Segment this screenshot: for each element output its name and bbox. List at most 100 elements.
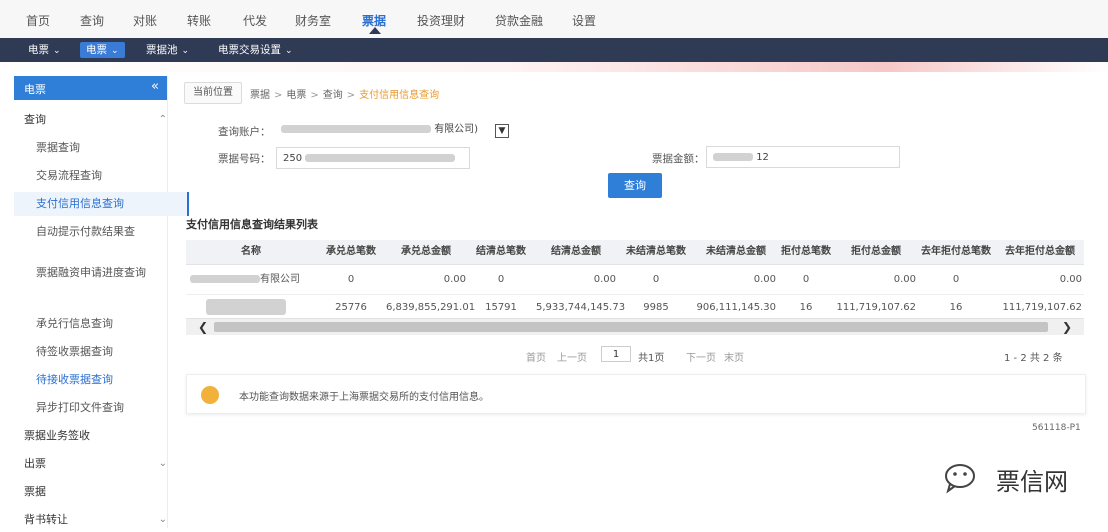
account-label: 查询账户： [218, 126, 271, 138]
table-cell: 有限公司 [190, 266, 316, 294]
nav-query[interactable]: 查询 [80, 12, 104, 29]
sidebar-item-label: 出票 [24, 457, 46, 470]
chevron-down-icon: ⌄ [181, 46, 190, 56]
subnav-item-3[interactable]: 票据池 ⌄ [140, 42, 195, 58]
sub-navigation: 电票 ⌄ 电票 ⌄ 票据池 ⌄ 电票交易设置 ⌄ [0, 38, 1108, 62]
accent-bar [0, 62, 1108, 72]
table-cell: 0 [802, 274, 810, 285]
redacted-mask [305, 154, 456, 162]
sidebar-item-pending-sign[interactable]: 待签收票据查询 [14, 340, 189, 364]
sidebar: 电票 « 查询 ⌃ 票据查询 交易流程查询 支付信用信息查询 自动提示付款结果查 … [14, 76, 189, 528]
sidebar-item-label: 票据融资申请进度查询 [36, 266, 146, 279]
sidebar-item-credit-info-query[interactable]: 支付信用信息查询 [14, 192, 189, 216]
nav-settings[interactable]: 设置 [572, 12, 596, 29]
sidebar-group-issue[interactable]: 出票 ⌄ [14, 452, 177, 476]
table-cell: 0.00 [753, 274, 776, 285]
table-cell: 0 [952, 274, 960, 285]
sidebar-item-label: 票据 [24, 485, 46, 498]
breadcrumb-tab[interactable]: 当前位置 [184, 82, 242, 104]
sidebar-item-label: 异步打印文件查询 [36, 401, 124, 414]
scroll-right-icon[interactable]: ❯ [1062, 319, 1072, 335]
breadcrumb: 票据 > 电票 > 查询 > 支付信用信息查询 [250, 86, 439, 101]
chevron-down-icon: ⌄ [111, 46, 119, 56]
sidebar-group-endorse[interactable]: 背书转让 ⌄ [14, 508, 177, 532]
column-header: 去年拒付总金额 [1005, 246, 1075, 257]
table-cell: 0 [497, 274, 505, 285]
nav-finance-office[interactable]: 财务室 [295, 12, 331, 29]
collapse-icon[interactable]: « [151, 79, 159, 94]
notice-panel: 本功能查询数据来源于上海票据交易所的支付信用信息。 [186, 374, 1086, 414]
sidebar-item-label: 承兑行信息查询 [36, 317, 113, 330]
subnav-item-2[interactable]: 电票 ⌄ [80, 42, 125, 58]
top-navigation: 首页 查询 对账 转账 代发 财务室 票据 投资理财 贷款金融 设置 [0, 0, 1108, 39]
table-cell: 0.00 [893, 274, 916, 285]
sidebar-group-bills[interactable]: 票据 [14, 480, 177, 504]
page-number-input[interactable]: 1 [601, 346, 631, 362]
record-summary: 1 - 2 共 2 条 [1004, 353, 1063, 364]
sidebar-item-acceptor-info[interactable]: 承兑行信息查询 [14, 312, 189, 336]
subnav-item-label: 电票 [28, 44, 49, 56]
sidebar-group-sign[interactable]: 票据业务签收 [14, 424, 177, 448]
table-cell: 0 [347, 274, 355, 285]
chevron-down-icon: ⌄ [285, 46, 293, 56]
nav-loans[interactable]: 贷款金融 [495, 12, 543, 29]
sidebar-item-pending-receive[interactable]: 待接收票据查询 [14, 368, 189, 392]
sidebar-item-label: 待接收票据查询 [36, 373, 113, 386]
sidebar-title: 电票 [24, 83, 46, 96]
scrollbar-thumb[interactable] [214, 322, 1048, 332]
amount-label: 票据金额： [652, 153, 705, 165]
subnav-item-label: 票据池 [146, 44, 178, 56]
table-header: 名称 承兑总笔数 承兑总金额 结清总笔数 结清总金额 未结清总笔数 未结清总金额… [186, 240, 1084, 265]
breadcrumb-item[interactable]: 票据 [250, 90, 270, 101]
next-page-link[interactable]: 下一页 [686, 349, 716, 364]
nav-payroll[interactable]: 代发 [243, 12, 267, 29]
redacted-mask [281, 125, 431, 133]
subnav-item-4[interactable]: 电票交易设置 ⌄ [212, 42, 299, 58]
sidebar-item-bill-query[interactable]: 票据查询 [14, 136, 189, 160]
nav-home[interactable]: 首页 [26, 12, 50, 29]
column-header: 去年拒付总笔数 [921, 246, 991, 257]
scroll-left-icon[interactable]: ❮ [198, 319, 208, 335]
wechat-icon [945, 464, 975, 494]
sidebar-group-query[interactable]: 查询 ⌃ [14, 108, 177, 132]
sidebar-item-label: 背书转让 [24, 513, 68, 526]
amount-input-value: 12 [756, 152, 769, 163]
horizontal-scrollbar[interactable]: ❮ ❯ [186, 318, 1084, 335]
first-page-link[interactable]: 首页 [526, 349, 546, 364]
redacted-mask [206, 299, 286, 315]
sidebar-item-financing-progress[interactable]: 票据融资申请进度查询 [14, 266, 156, 302]
column-header: 承兑总笔数 [326, 246, 376, 257]
column-header: 拒付总笔数 [781, 246, 831, 257]
sidebar-item-label: 票据业务签收 [24, 429, 90, 442]
column-header: 拒付总金额 [851, 246, 901, 257]
column-header: 结清总笔数 [476, 246, 526, 257]
table-row[interactable]: 有限公司 0 0.00 0 0.00 0 0.00 0 0.00 0 0.00 [186, 266, 1084, 295]
sidebar-item-transaction-query[interactable]: 交易流程查询 [14, 164, 189, 188]
column-header: 结清总金额 [551, 246, 601, 257]
query-button[interactable]: 查询 [608, 173, 662, 198]
account-select[interactable]: 有限公司) [275, 121, 497, 139]
nav-investment[interactable]: 投资理财 [417, 12, 465, 29]
amount-input[interactable]: 12 [706, 146, 900, 168]
nav-reconcile[interactable]: 对账 [133, 12, 157, 29]
sidebar-item-label: 待签收票据查询 [36, 345, 113, 358]
subnav-item-1[interactable]: 电票 ⌄ [22, 42, 67, 58]
table-cell: 0.00 [443, 274, 466, 285]
column-header: 承兑总金额 [401, 246, 451, 257]
breadcrumb-item[interactable]: 查询 [323, 90, 343, 101]
cell-text: 有限公司 [260, 274, 300, 285]
chevron-down-icon: ⌄ [158, 458, 167, 469]
sidebar-item-label: 交易流程查询 [36, 169, 102, 182]
prev-page-link[interactable]: 上一页 [557, 349, 587, 364]
bill-no-input[interactable]: 250 [276, 147, 470, 169]
watermark: 票信网 [940, 458, 1068, 501]
chevron-down-icon[interactable]: ▼ [495, 124, 509, 138]
last-page-link[interactable]: 末页 [724, 349, 744, 364]
table-cell: 0.00 [1059, 274, 1082, 285]
breadcrumb-item[interactable]: 电票 [286, 90, 306, 101]
sidebar-item-async-print[interactable]: 异步打印文件查询 [14, 396, 189, 420]
sidebar-item-auto-payment-result[interactable]: 自动提示付款结果查 [14, 220, 189, 244]
nav-transfer[interactable]: 转账 [187, 12, 211, 29]
table-title: 支付信用信息查询结果列表 [186, 218, 318, 231]
column-header: 未结清总笔数 [626, 246, 686, 257]
